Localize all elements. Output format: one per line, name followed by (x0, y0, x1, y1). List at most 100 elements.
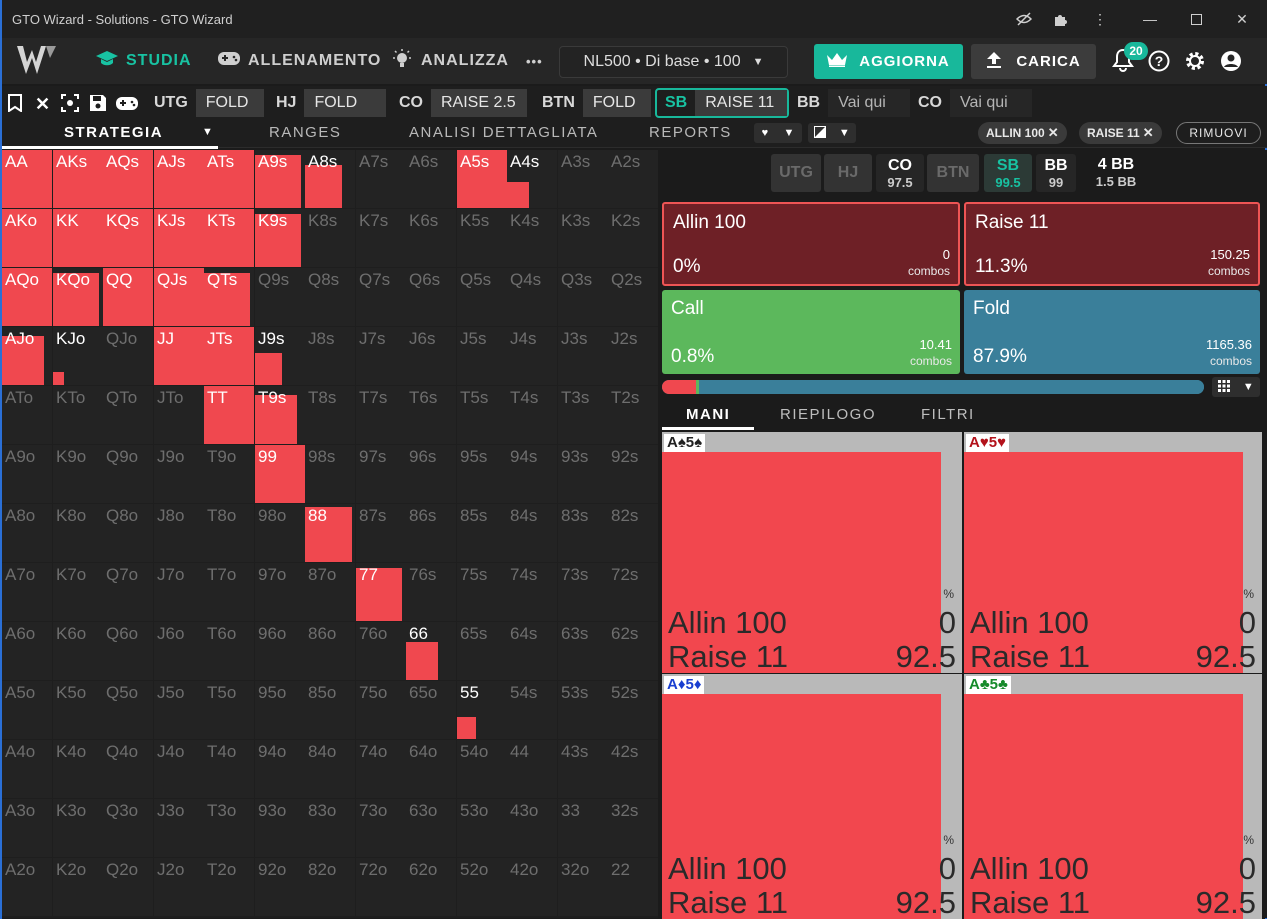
hand-cell[interactable]: T4s (507, 386, 557, 444)
hand-cell[interactable]: Q4s (507, 268, 557, 326)
stat-raise[interactable]: Raise 11 150.25 combos 11.3% (964, 202, 1260, 286)
hand-cell[interactable]: T6o (204, 622, 254, 680)
hand-cell[interactable]: Q9o (103, 445, 153, 503)
hand-cell[interactable]: 64o (406, 740, 456, 798)
tab-strategia[interactable]: STRATEGIA (64, 124, 163, 141)
hand-cell[interactable]: T3s (558, 386, 608, 444)
hand-cell[interactable]: K7o (53, 563, 103, 621)
display-mode-dropdown[interactable]: ▼ (808, 123, 856, 143)
hand-cell[interactable]: A3s (558, 150, 608, 208)
hand-cell[interactable]: T8s (305, 386, 355, 444)
grid-view-dropdown[interactable]: ▼ (1212, 377, 1260, 397)
hand-cell[interactable]: 65o (406, 681, 456, 739)
hand-cell[interactable]: A6s (406, 150, 456, 208)
stat-fold[interactable]: Fold 1165.36 combos 87.9% (964, 290, 1260, 374)
hand-cell[interactable]: T9s (255, 386, 305, 444)
hand-cell[interactable]: J8s (305, 327, 355, 385)
hand-cell[interactable]: 87o (305, 563, 355, 621)
hand-cell[interactable]: A8s (305, 150, 355, 208)
hand-cell[interactable]: KQo (53, 268, 103, 326)
hand-cell[interactable]: 76s (406, 563, 456, 621)
hand-cell[interactable]: 54s (507, 681, 557, 739)
hand-cell[interactable]: 99 (255, 445, 305, 503)
tab-filtri[interactable]: FILTRI (921, 406, 975, 423)
hand-cell[interactable]: 96o (255, 622, 305, 680)
filter-chip-allin[interactable]: ALLIN 100 ✕ (978, 122, 1067, 144)
hand-cell[interactable]: AKs (53, 150, 103, 208)
hand-cell[interactable]: A8o (2, 504, 52, 562)
hand-cell[interactable]: QQ (103, 268, 153, 326)
hand-cell[interactable]: AJs (154, 150, 204, 208)
hand-cell[interactable]: 73o (356, 799, 406, 857)
hand-cell[interactable]: 97o (255, 563, 305, 621)
hand-cell[interactable]: AQs (103, 150, 153, 208)
hand-cell[interactable]: Q7o (103, 563, 153, 621)
hand-cell[interactable]: 63o (406, 799, 456, 857)
hand-cell[interactable]: AJo (2, 327, 52, 385)
hand-cell[interactable]: 74o (356, 740, 406, 798)
hand-cell[interactable]: T7o (204, 563, 254, 621)
hand-cell[interactable]: J4o (154, 740, 204, 798)
hand-cell[interactable]: 73s (558, 563, 608, 621)
tab-mani[interactable]: MANI (686, 406, 730, 423)
hand-cell[interactable]: K9o (53, 445, 103, 503)
hand-cell[interactable]: 98s (305, 445, 355, 503)
hand-cell[interactable]: 93s (558, 445, 608, 503)
hand-cell[interactable]: 53s (558, 681, 608, 739)
hand-cell[interactable]: Q6o (103, 622, 153, 680)
hand-cell[interactable]: K6s (406, 209, 456, 267)
hand-cell[interactable]: Q9s (255, 268, 305, 326)
position-button[interactable]: UTG (771, 154, 821, 192)
hand-cell[interactable]: 52o (457, 858, 507, 916)
chevron-down-icon[interactable]: ▼ (202, 126, 213, 138)
maximize-icon[interactable] (1185, 8, 1207, 30)
hand-cell[interactable]: QJs (154, 268, 204, 326)
save-icon[interactable] (89, 94, 107, 117)
puzzle-icon[interactable] (1049, 8, 1071, 30)
hand-cell[interactable]: J6o (154, 622, 204, 680)
hand-cell[interactable]: 86o (305, 622, 355, 680)
hand-cell[interactable]: 94s (507, 445, 557, 503)
hand-combo-tile[interactable]: A♥5♥% Allin 100 0 Raise 11 92.5 (964, 432, 1262, 673)
tab-riepilogo[interactable]: RIEPILOGO (780, 406, 876, 423)
hand-cell[interactable]: T2o (204, 858, 254, 916)
hand-cell[interactable]: 72s (608, 563, 658, 621)
hand-cell[interactable]: J2o (154, 858, 204, 916)
hand-cell[interactable]: Q7s (356, 268, 406, 326)
user-avatar-icon[interactable] (1220, 50, 1242, 77)
hand-cell[interactable]: 52s (608, 681, 658, 739)
close-icon[interactable]: ✕ (1048, 125, 1059, 141)
hand-cell[interactable]: T9o (204, 445, 254, 503)
hand-cell[interactable]: K2o (53, 858, 103, 916)
hand-cell[interactable]: 53o (457, 799, 507, 857)
hand-cell[interactable]: J9s (255, 327, 305, 385)
action-bb[interactable]: BB Vai qui (789, 89, 911, 117)
gto-wizard-logo[interactable] (16, 44, 58, 81)
hand-cell[interactable]: 42s (608, 740, 658, 798)
nav-more-button[interactable]: ••• (526, 48, 543, 74)
hand-cell[interactable]: J5o (154, 681, 204, 739)
hand-cell[interactable]: AKo (2, 209, 52, 267)
tab-analisi-dettagliata[interactable]: ANALISI DETTAGLIATA (409, 124, 598, 141)
hand-cell[interactable]: 55 (457, 681, 507, 739)
hand-cell[interactable]: 64s (507, 622, 557, 680)
hand-cell[interactable]: T3o (204, 799, 254, 857)
hand-cell[interactable]: A5o (2, 681, 52, 739)
hand-cell[interactable]: 74s (507, 563, 557, 621)
hand-cell[interactable]: K9s (255, 209, 305, 267)
nav-analizza[interactable]: ANALIZZA (391, 48, 509, 74)
hand-cell[interactable]: A4s (507, 150, 557, 208)
hand-cell[interactable]: 63s (558, 622, 608, 680)
hand-cell[interactable]: 83s (558, 504, 608, 562)
carica-button[interactable]: CARICA (971, 44, 1096, 79)
game-format-selector[interactable]: NL500 • Di base • 100 ▼ (559, 46, 788, 78)
position-button[interactable]: BTN (927, 154, 979, 192)
hand-cell[interactable]: K5o (53, 681, 103, 739)
hand-cell[interactable]: QJo (103, 327, 153, 385)
hand-cell[interactable]: 75o (356, 681, 406, 739)
tab-ranges[interactable]: RANGES (269, 124, 341, 141)
hand-cell[interactable]: Q2o (103, 858, 153, 916)
stat-call[interactable]: Call 10.41 combos 0.8% (662, 290, 960, 374)
bookmark-icon[interactable] (7, 94, 23, 117)
action-co-next[interactable]: CO Vai qui (910, 89, 1032, 117)
